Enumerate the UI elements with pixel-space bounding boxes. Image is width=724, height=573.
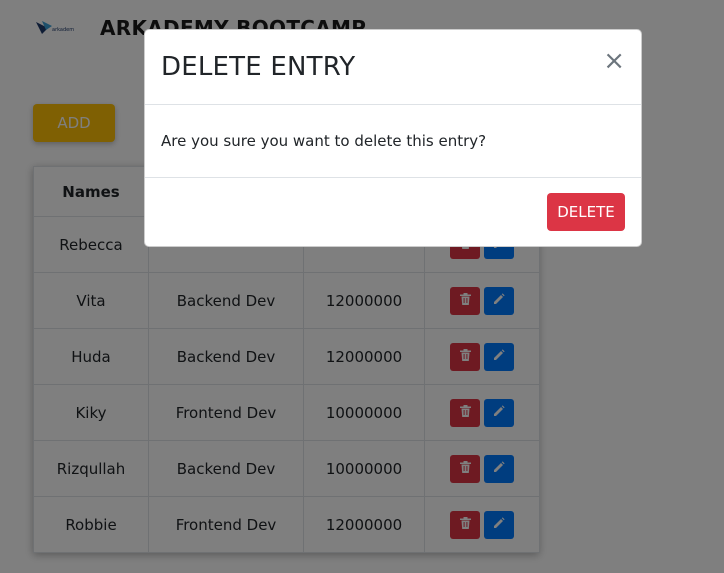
close-icon[interactable]: ×	[603, 48, 625, 74]
modal-title: DELETE ENTRY	[161, 52, 356, 82]
delete-button[interactable]: DELETE	[547, 193, 625, 231]
confirmation-text: Are you sure you want to delete this ent…	[161, 132, 487, 150]
modal-header: DELETE ENTRY ×	[145, 30, 641, 105]
modal-body: Are you sure you want to delete this ent…	[145, 105, 641, 178]
modal-footer: DELETE	[145, 178, 641, 246]
delete-entry-modal: DELETE ENTRY × Are you sure you want to …	[144, 29, 642, 247]
